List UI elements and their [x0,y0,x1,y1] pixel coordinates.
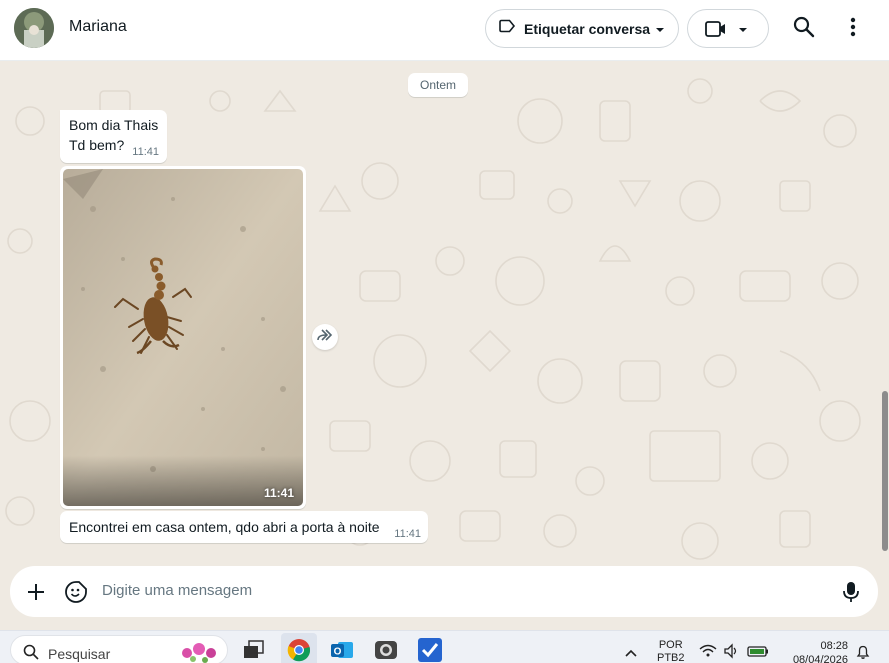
attach-plus-icon[interactable] [25,581,47,608]
message-time: 11:41 [132,146,159,158]
windows-taskbar: Pesquisar O POR PTB2 08:28 08/04/2026 [0,630,889,663]
chevron-down-icon [654,23,666,41]
forward-icon [316,328,334,347]
message-time: 11:41 [394,528,421,540]
message-input[interactable]: Digite uma mensagem [102,582,252,599]
clock-date: 08/04/2026 [792,654,848,663]
message-composer: Digite uma mensagem [10,566,878,617]
chat-header: Mariana Etiquetar conversa [0,0,889,61]
wifi-icon [699,644,717,657]
message-text: Td bem? [69,137,125,153]
label-conversation-button[interactable]: Etiquetar conversa [485,9,679,48]
chevron-up-icon[interactable] [624,645,638,663]
system-tray[interactable] [698,643,770,663]
keyboard-layout: PTB2 [657,652,685,663]
chevron-down-icon [737,23,749,41]
scorpion-photo[interactable]: 11:41 [63,169,303,506]
notification-bell-icon[interactable] [855,644,871,663]
taskbar-search[interactable]: Pesquisar [10,635,228,663]
microphone-icon[interactable] [841,580,861,609]
clock-time: 08:28 [820,640,848,652]
label-conversation-text: Etiquetar conversa [524,20,651,37]
video-call-button[interactable] [687,9,769,48]
message-text: Encontrei em casa ontem, qdo abri a port… [69,519,380,535]
search-icon[interactable] [792,15,816,44]
incoming-message[interactable]: Bom dia Thais Td bem? 11:41 [60,110,167,163]
task-view-icon[interactable] [241,637,267,663]
label-icon [498,17,516,40]
incoming-message[interactable]: Encontrei em casa ontem, qdo abri a port… [60,511,428,543]
flower-decoration-icon [177,639,223,663]
camera-app-icon[interactable] [373,637,399,663]
video-call-icon [705,20,727,43]
taskbar-search-label: Pesquisar [48,646,111,662]
volume-icon [724,643,737,659]
search-icon [23,644,39,663]
more-vertical-icon[interactable] [843,15,863,44]
contact-name[interactable]: Mariana [69,18,127,36]
svg-text:O: O [334,647,342,658]
date-separator: Ontem [408,73,468,97]
language-code: POR [658,639,683,651]
message-time: 11:41 [263,486,294,500]
chat-panel[interactable]: Ontem Bom dia Thais Td bem? 11:41 11:41 … [0,61,889,566]
chat-scrollbar[interactable] [882,391,888,551]
taskbar-clock[interactable]: 08:28 08/04/2026 [782,639,848,663]
contact-avatar[interactable] [14,8,54,48]
incoming-image-message[interactable]: 11:41 [60,166,306,509]
todo-app-icon[interactable] [417,637,443,663]
battery-icon [747,646,768,657]
chrome-icon[interactable] [286,637,312,663]
sticker-emoji-icon[interactable] [64,580,88,609]
keyboard-language[interactable]: POR PTB2 [657,639,685,663]
message-text: Bom dia Thais [69,117,159,133]
forward-button[interactable] [312,324,338,350]
outlook-icon[interactable]: O [329,637,355,663]
